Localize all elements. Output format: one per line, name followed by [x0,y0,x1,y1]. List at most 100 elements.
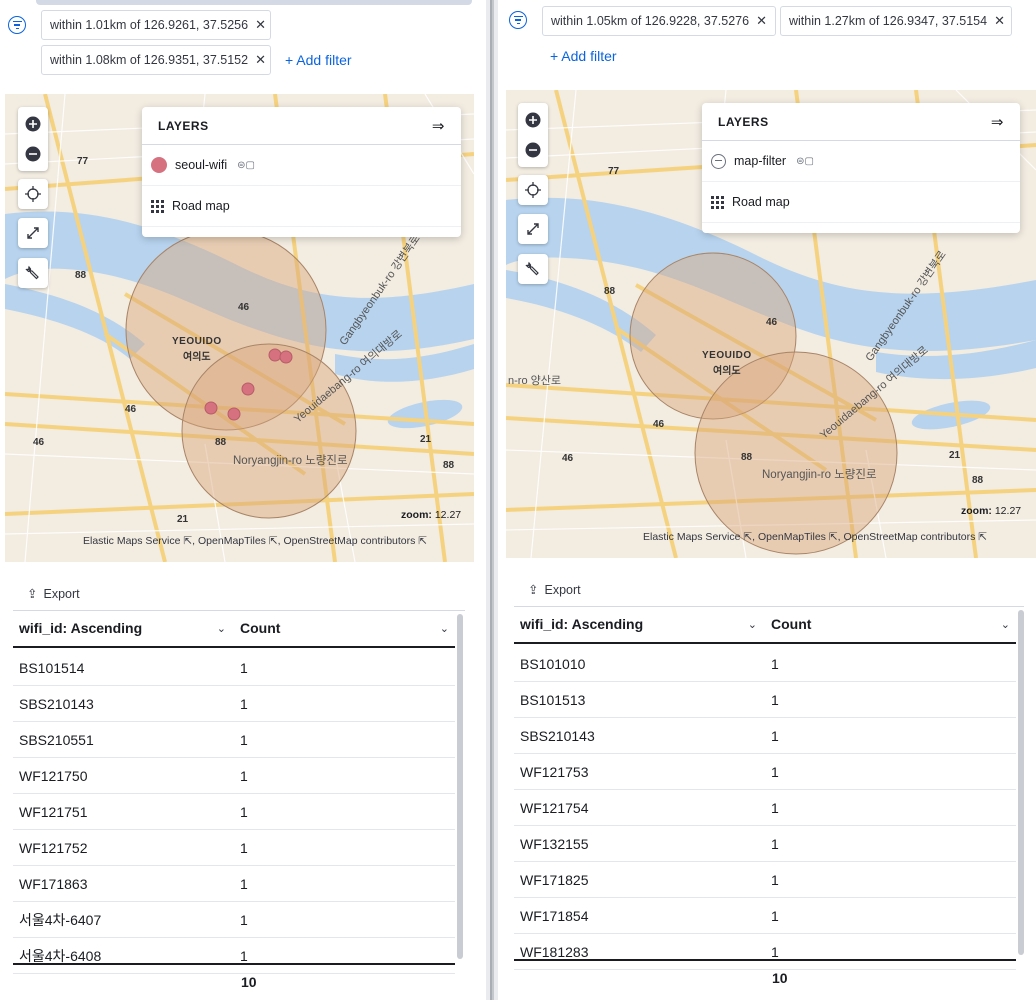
road-label: 88 [75,270,87,281]
export-button[interactable]: ⇪ Export [528,582,581,598]
zoom-out-icon[interactable] [25,146,41,162]
filter-pill[interactable]: within 1.01km of 126.9261, 37.5256 ✕ [41,10,271,40]
layers-header: LAYERS ⇒ [142,107,461,145]
export-label: Export [544,582,581,597]
table-row: WF171825 1 [514,862,1016,898]
count-cell: 1 [240,911,248,928]
attribution-link[interactable]: Elastic Maps Service [83,535,180,547]
attribution-link[interactable]: Elastic Maps Service [643,531,740,543]
total-count: 10 [772,970,788,986]
layer-row[interactable]: map-filter ⊜▢ [702,141,1020,182]
layer-name: seoul-wifi [175,158,228,172]
wifi-id-cell: WF121751 [19,803,88,820]
count-cell: 1 [771,943,779,960]
locate-button[interactable] [18,179,48,209]
fullscreen-button[interactable] [18,218,48,248]
wifi-id-cell: WF121753 [520,763,589,780]
map[interactable]: 77 88 46 46 46 88 21 88 YEOUIDO 여의도 Nory… [506,90,1036,558]
tools-button[interactable] [518,254,548,284]
close-icon[interactable]: ✕ [255,52,266,68]
layers-panel: LAYERS ⇒ map-filter ⊜▢ Road map [702,103,1020,233]
column-header-count[interactable]: Count ⌄ [234,620,455,636]
chevron-down-icon[interactable]: ⌄ [440,622,449,635]
layers-title: LAYERS [158,118,209,133]
zoom-out-icon[interactable] [525,142,541,158]
count-cell: 1 [240,767,248,784]
minus-circle-icon [711,153,726,169]
count-cell: 1 [240,731,248,748]
column-header-wifi-id[interactable]: wifi_id: Ascending ⌄ [13,620,234,636]
layer-swatch [151,157,167,173]
district-label: YEOUIDO [702,350,752,361]
district-label: YEOUIDO [172,336,222,347]
road-label: 88 [604,286,616,297]
street-label: n-ro 양산로 [508,375,561,387]
attribution-link[interactable]: OpenStreetMap contributors [283,535,415,547]
count-cell: 1 [771,835,779,852]
zoom-in-icon[interactable] [25,116,41,132]
layer-name: Road map [732,195,790,209]
chevron-down-icon[interactable]: ⌄ [217,622,226,635]
export-button[interactable]: ⇪ Export [27,586,80,602]
layer-row[interactable]: seoul-wifi ⊜▢ [142,145,461,186]
column-header-count[interactable]: Count ⌄ [765,616,1016,632]
filter-pill[interactable]: within 1.08km of 126.9351, 37.5152 ✕ [41,45,271,75]
filter-pill[interactable]: within 1.05km of 126.9228, 37.5276 ✕ [542,6,776,36]
filter-menu-icon[interactable] [8,16,26,34]
filter-label: within 1.27km of 126.9347, 37.5154 [789,14,988,28]
scrollbar[interactable] [457,614,463,959]
count-cell: 1 [771,871,779,888]
locate-button[interactable] [518,175,548,205]
zoom-indicator: zoom: 12.27 [961,505,1022,517]
street-label: Noryangjin-ro 노량진로 [233,455,348,467]
table-row: WF121751 1 [13,794,455,830]
filter-pill[interactable]: within 1.27km of 126.9347, 37.5154 ✕ [780,6,1012,36]
data-table: ⇪ Export wifi_id: Ascending ⌄ Count ⌄ BS10… [506,566,1036,1000]
grid-icon [711,195,724,209]
table-row: BS101010 1 [514,646,1016,682]
wifi-id-cell: WF171854 [520,907,589,924]
close-icon[interactable]: ✕ [255,17,266,33]
close-icon[interactable]: ✕ [756,13,767,29]
count-cell: 1 [240,947,248,964]
count-cell: 1 [771,763,779,780]
road-label: 88 [215,437,227,448]
table-row: SBS210551 1 [13,722,455,758]
column-header-wifi-id[interactable]: wifi_id: Ascending ⌄ [514,616,765,632]
filter-menu-icon[interactable] [509,11,527,29]
layer-row[interactable]: Road map [702,182,1020,223]
attribution-link[interactable]: OpenMapTiles [198,535,266,547]
wifi-id-cell: WF121750 [19,767,88,784]
table-row: WF132155 1 [514,826,1016,862]
road-label: 77 [77,156,89,167]
table-row: BS101514 1 [13,650,455,686]
collapse-icon[interactable]: ⇒ [991,113,1004,131]
panel-divider[interactable] [486,0,498,1000]
add-filter-button[interactable]: + Add filter [550,48,617,64]
tools-button[interactable] [18,258,48,288]
wifi-id-cell: WF132155 [520,835,589,852]
add-filter-button[interactable]: + Add filter [285,52,352,68]
attribution-link[interactable]: OpenMapTiles [758,531,826,543]
map[interactable]: 77 88 46 46 46 88 21 88 21 YEOUIDO 여의도 N… [5,94,474,562]
chevron-down-icon[interactable]: ⌄ [1001,618,1010,631]
count-cell: 1 [771,655,779,672]
attribution-link[interactable]: OpenStreetMap contributors [843,531,975,543]
fullscreen-button[interactable] [518,214,548,244]
scrollbar[interactable] [1018,610,1024,955]
chevron-down-icon[interactable]: ⌄ [748,618,757,631]
layer-row[interactable]: Road map [142,186,461,227]
close-icon[interactable]: ✕ [994,13,1005,29]
road-label: 46 [766,317,778,328]
left-panel: within 1.01km of 126.9261, 37.5256 ✕ wit… [0,0,486,1000]
layers-header: LAYERS ⇒ [702,103,1020,141]
wifi-id-cell: 서울4차-6407 [19,911,102,928]
expand-icon [27,227,39,239]
collapse-icon[interactable]: ⇒ [432,117,445,135]
zoom-in-icon[interactable] [525,112,541,128]
road-label: 77 [608,166,620,177]
road-label: 88 [972,475,984,486]
wifi-id-cell: WF171825 [520,871,589,888]
table-row: BS101513 1 [514,682,1016,718]
road-label: 46 [33,437,45,448]
